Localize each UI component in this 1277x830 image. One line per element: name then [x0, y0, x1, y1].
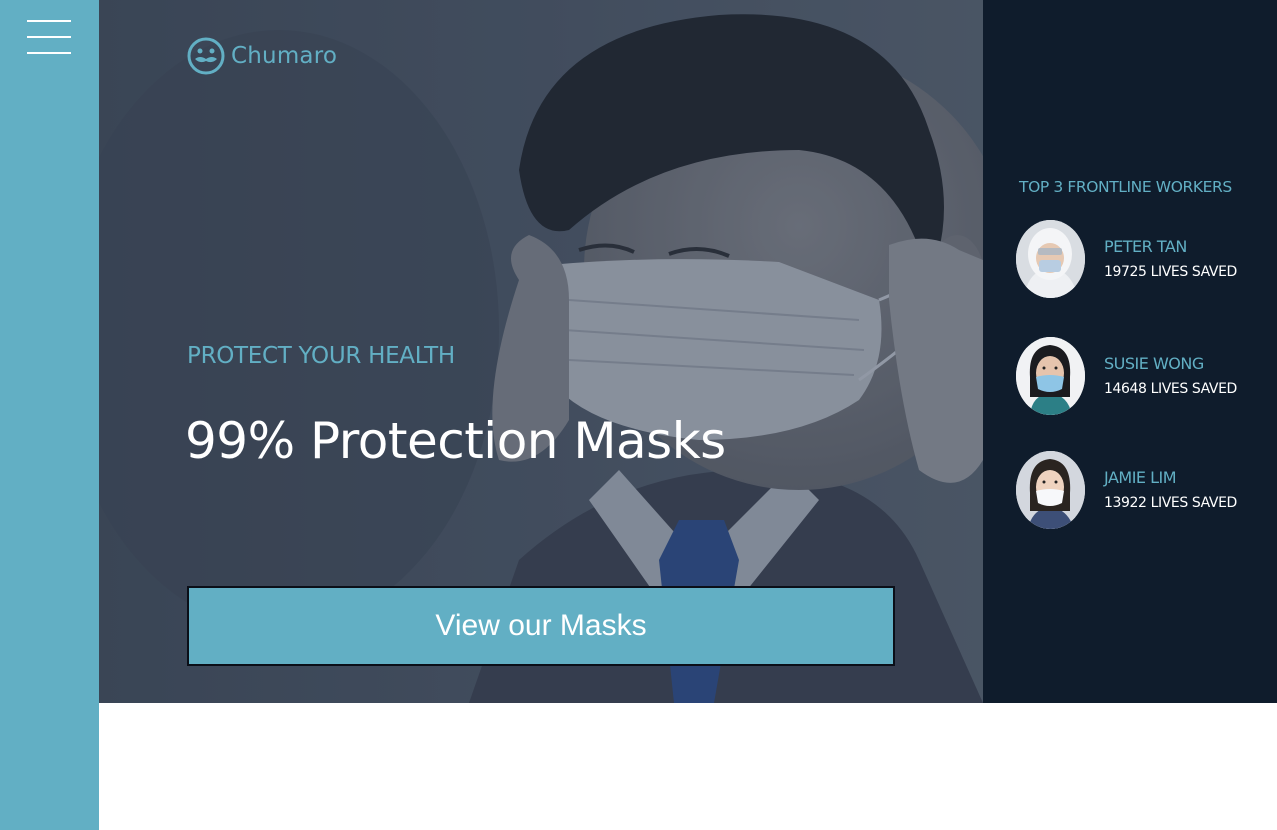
view-masks-button[interactable]: View our Masks: [187, 586, 895, 666]
avatar: [1016, 220, 1085, 298]
hero-section: Chumaro PROTECT YOUR HEALTH 99% Protecti…: [99, 0, 983, 703]
worker-card: PETER TAN 19725 LIVES SAVED: [1016, 220, 1266, 300]
hero-eyebrow: PROTECT YOUR HEALTH: [187, 343, 455, 369]
worker-card: SUSIE WONG 14648 LIVES SAVED: [1016, 337, 1266, 417]
avatar: [1016, 337, 1085, 415]
brand-name: Chumaro: [231, 43, 338, 69]
worker-name: SUSIE WONG: [1104, 354, 1204, 373]
frontline-workers-panel: TOP 3 FRONTLINE WORKERS PETER TAN 19725 …: [983, 0, 1277, 703]
worker-lives-saved: 13922 LIVES SAVED: [1104, 495, 1237, 511]
worker-name: PETER TAN: [1104, 237, 1187, 256]
worker-name: JAMIE LIM: [1104, 468, 1177, 487]
hamburger-menu-icon[interactable]: [27, 20, 71, 56]
sidebar: [0, 0, 99, 830]
mustache-face-icon: [187, 37, 225, 75]
panel-title: TOP 3 FRONTLINE WORKERS: [1019, 178, 1232, 196]
avatar: [1016, 451, 1085, 529]
worker-lives-saved: 19725 LIVES SAVED: [1104, 264, 1237, 280]
worker-card: JAMIE LIM 13922 LIVES SAVED: [1016, 451, 1266, 531]
worker-lives-saved: 14648 LIVES SAVED: [1104, 381, 1237, 397]
brand-logo[interactable]: Chumaro: [187, 37, 337, 75]
hero-headline: 99% Protection Masks: [185, 412, 726, 470]
